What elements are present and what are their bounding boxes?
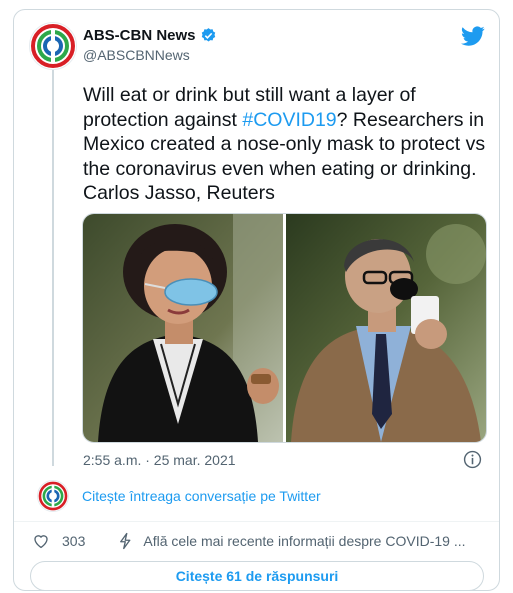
- tweet-text: Will eat or drink but still want a layer…: [83, 83, 488, 206]
- divider: [14, 521, 499, 522]
- hashtag-link[interactable]: #COVID19: [242, 109, 336, 131]
- author-name-line[interactable]: ABS-CBN News: [83, 27, 217, 44]
- abs-cbn-logo-small-icon[interactable]: [37, 480, 69, 512]
- info-icon[interactable]: [463, 450, 482, 469]
- tweet-actions: 303 Află cele mai recente informații des…: [32, 532, 466, 550]
- read-replies-button[interactable]: Citește 61 de răspunsuri: [30, 561, 484, 591]
- lightning-icon[interactable]: [117, 532, 135, 550]
- verified-badge-icon: [201, 28, 215, 42]
- tweet-media: [82, 213, 487, 443]
- thread-line: [52, 68, 54, 466]
- photo-woman-nose-mask[interactable]: [83, 214, 284, 442]
- covid-info-link[interactable]: Află cele mai recente informații despre …: [143, 533, 465, 549]
- abs-cbn-logo-icon[interactable]: [29, 22, 77, 70]
- like-count[interactable]: 303: [62, 533, 85, 549]
- author-handle[interactable]: @ABSCBNNews: [83, 47, 190, 63]
- photo-man-nose-mask-drinking[interactable]: [285, 214, 486, 442]
- author-display-name[interactable]: ABS-CBN News: [83, 27, 196, 44]
- read-conversation-link[interactable]: Citește întreaga conversație pe Twitter: [82, 488, 321, 504]
- heart-icon[interactable]: [32, 532, 50, 550]
- twitter-bird-icon[interactable]: [461, 24, 485, 48]
- tweet-timestamp[interactable]: 2:55 a.m. · 25 mar. 2021: [83, 452, 236, 468]
